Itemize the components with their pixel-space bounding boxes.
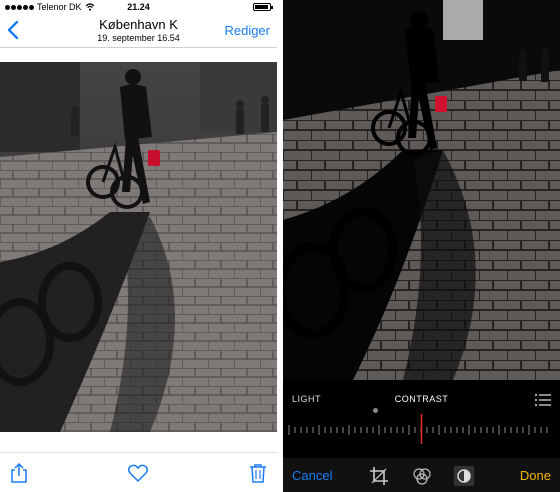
adjustment-labels: LIGHT CONTRAST xyxy=(283,390,560,410)
crop-icon[interactable] xyxy=(368,465,390,487)
photo-toolbar xyxy=(0,452,277,492)
battery-level xyxy=(255,5,268,9)
status-bar: Telenor DK 21.24 xyxy=(0,0,277,14)
cancel-button[interactable]: Cancel xyxy=(292,468,332,483)
contrast-slider[interactable] xyxy=(287,414,556,444)
battery-icon xyxy=(253,3,273,11)
edited-photo-image xyxy=(283,0,560,380)
adjust-contrast-label[interactable]: CONTRAST xyxy=(283,394,560,404)
navigation-bar: København K 19. september 16.54 Rediger xyxy=(0,14,277,48)
street-photo-image xyxy=(0,62,277,432)
list-icon[interactable] xyxy=(535,394,551,406)
filters-icon[interactable] xyxy=(411,465,433,487)
trash-icon[interactable] xyxy=(247,462,269,484)
photo[interactable] xyxy=(0,62,277,432)
done-button[interactable]: Done xyxy=(520,468,551,483)
photo-viewer-screen: Telenor DK 21.24 København K 19. septemb… xyxy=(0,0,277,492)
slider-default-marker xyxy=(373,408,378,413)
share-icon[interactable] xyxy=(8,462,30,484)
edit-button[interactable]: Rediger xyxy=(224,23,270,38)
adjust-icon[interactable] xyxy=(453,465,475,487)
status-time: 21.24 xyxy=(127,2,150,12)
heart-icon[interactable] xyxy=(127,462,149,484)
photo-editor-screen: LIGHT CONTRAST Cancel Done xyxy=(283,0,560,492)
edit-preview xyxy=(283,0,560,380)
edit-toolbar: Cancel Done xyxy=(283,458,560,492)
